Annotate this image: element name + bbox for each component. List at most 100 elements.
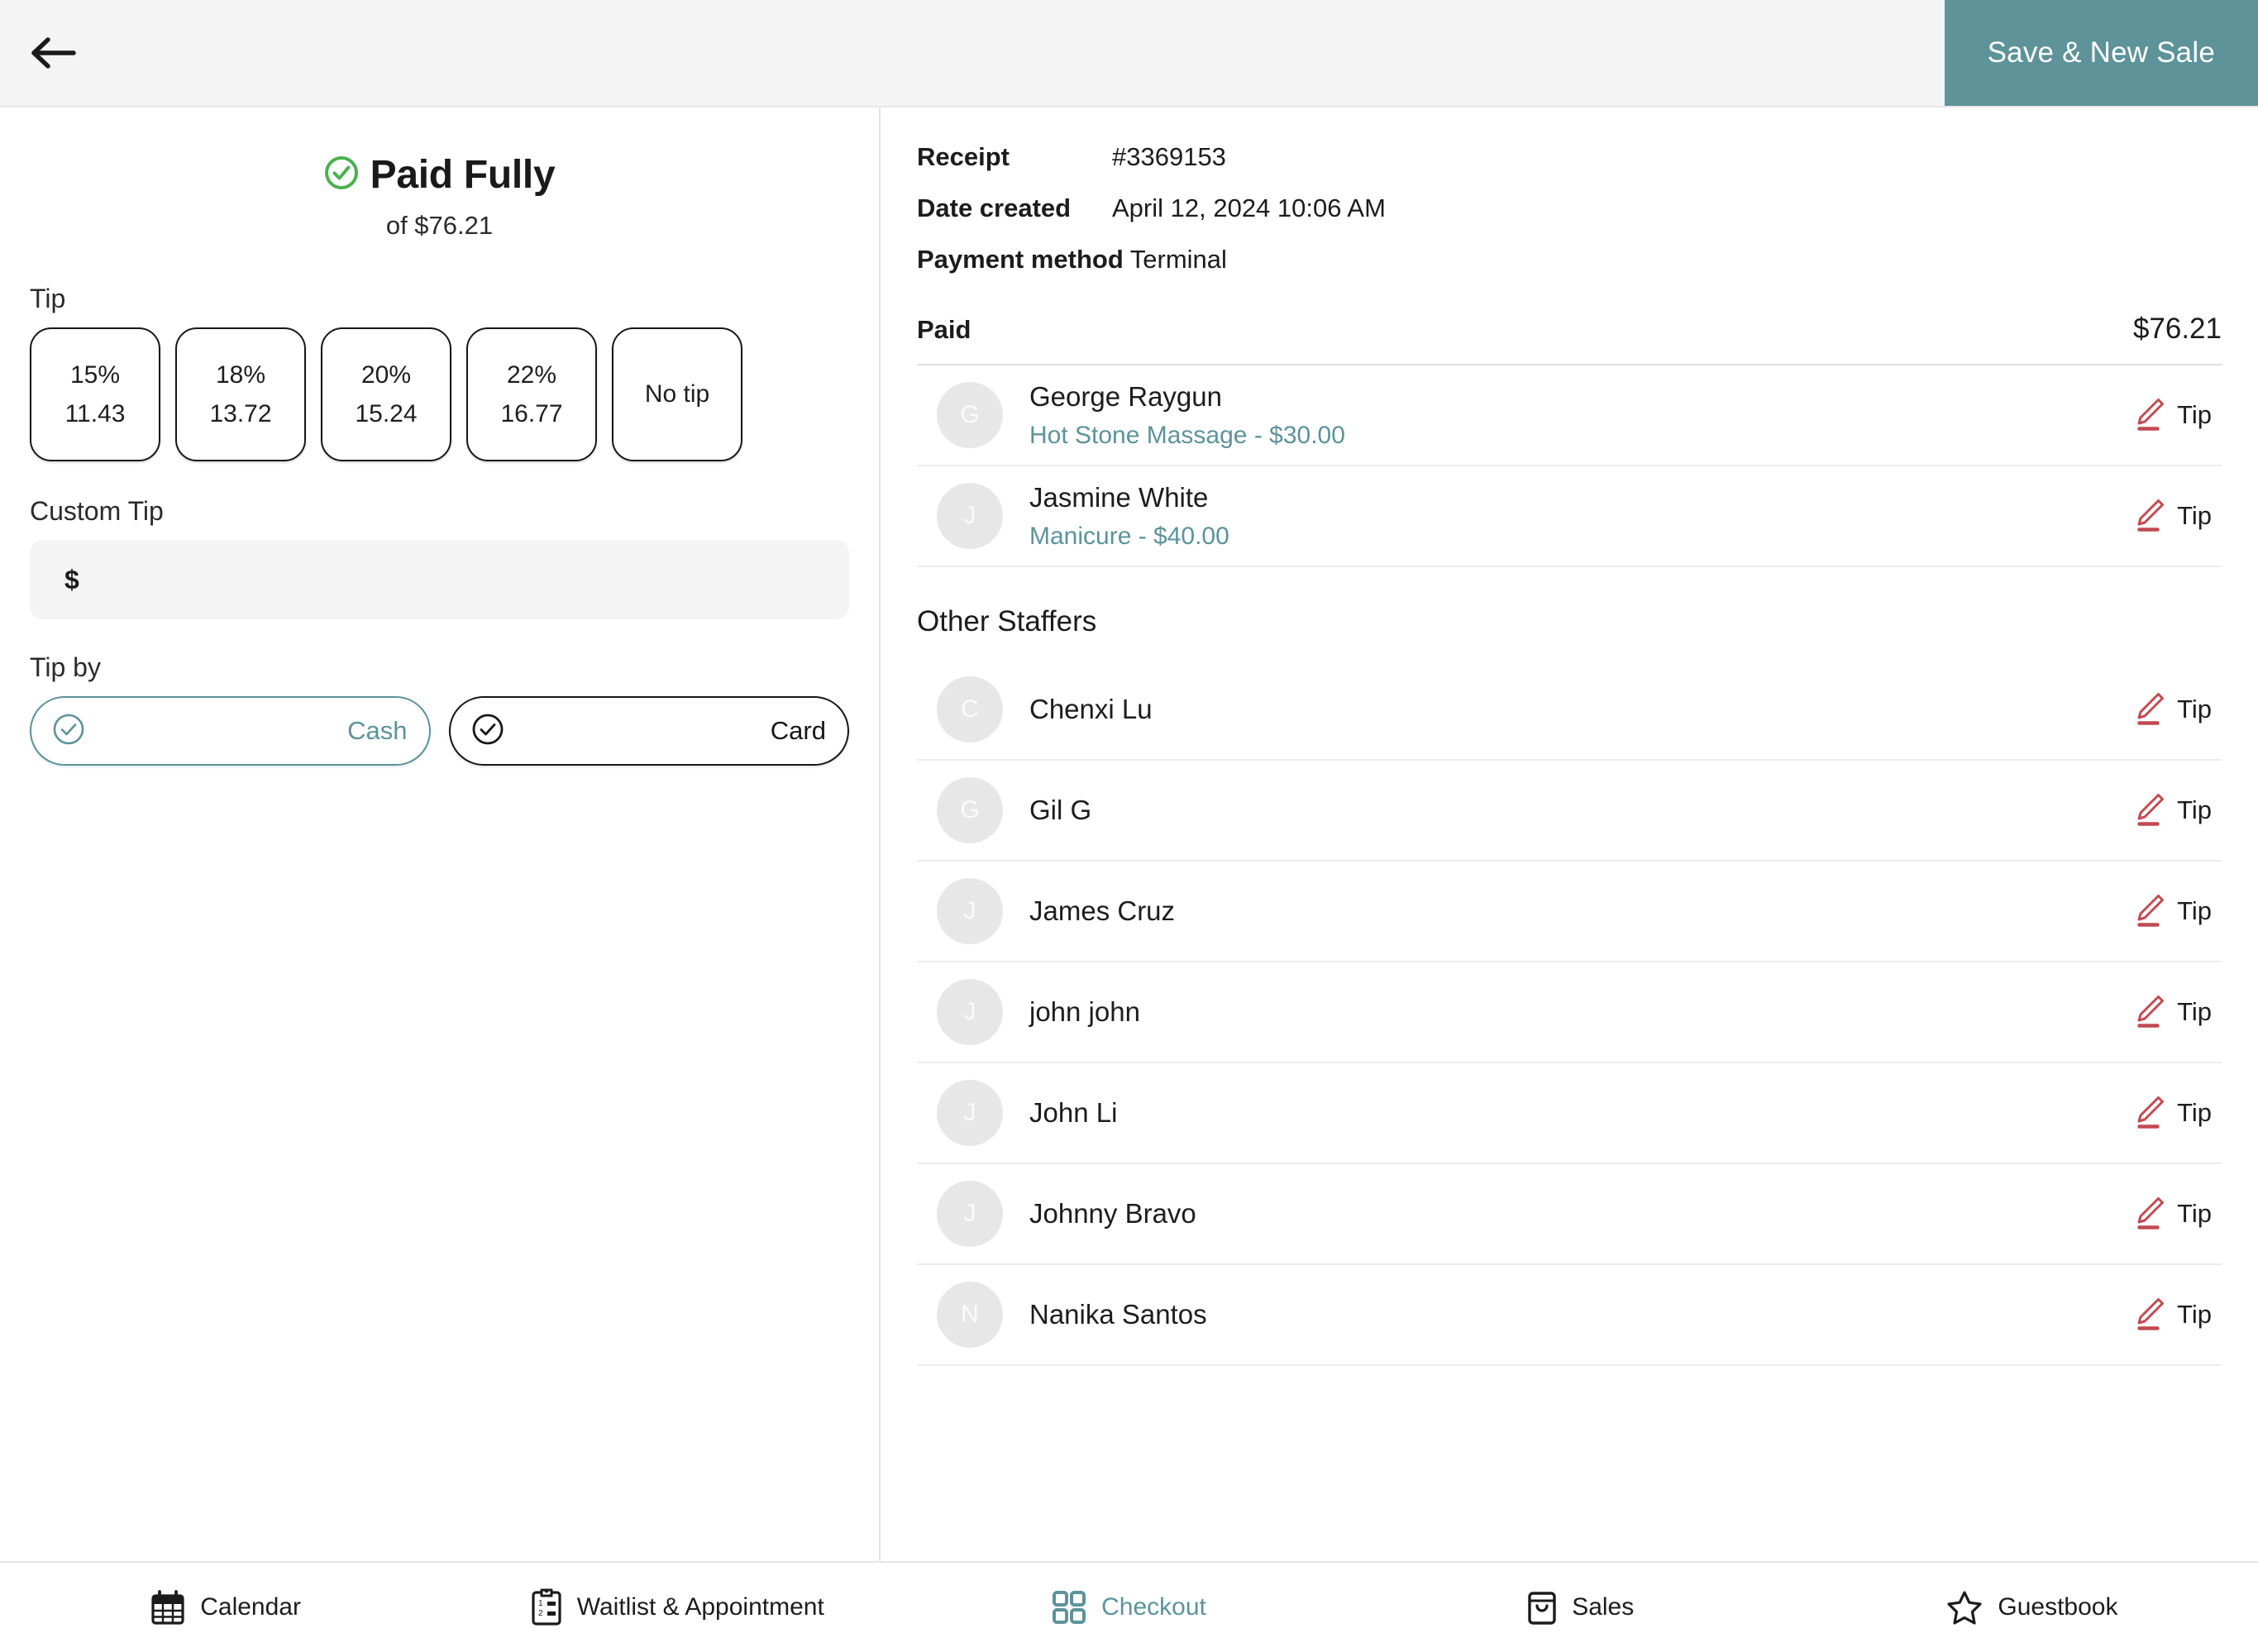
- nav-item-guestbook[interactable]: Guestbook: [1807, 1563, 2258, 1652]
- avatar: G: [937, 777, 1003, 843]
- tip-button[interactable]: Tip: [2132, 991, 2222, 1034]
- tip-by-options: Cash Card: [30, 696, 849, 766]
- table-row[interactable]: J Johnny Bravo Tip: [917, 1164, 2222, 1265]
- tip-button[interactable]: Tip: [2132, 790, 2222, 832]
- pencil-icon: [2132, 495, 2167, 537]
- avatar: J: [937, 979, 1003, 1045]
- tip-by-cash-label: Cash: [347, 716, 408, 745]
- tip-label: Tip: [2177, 400, 2212, 429]
- receipt-label: Receipt: [917, 142, 1010, 171]
- staff-info: John Li: [1029, 1096, 2132, 1129]
- avatar: J: [937, 483, 1003, 549]
- tip-label: Tip: [2177, 1300, 2212, 1329]
- staff-name: George Raygun: [1029, 380, 1222, 412]
- avatar: C: [937, 676, 1003, 742]
- table-row[interactable]: J Jasmine White Manicure - $40.00 Tip: [917, 466, 2222, 567]
- table-row[interactable]: J John Li Tip: [917, 1063, 2222, 1164]
- check-circle-outline-icon: [50, 710, 88, 752]
- tip-option-none[interactable]: No tip: [612, 327, 742, 461]
- tip-by-card-label: Card: [770, 716, 826, 745]
- page-title: Paid Fully: [370, 153, 556, 197]
- tip-button[interactable]: Tip: [2132, 1092, 2222, 1134]
- grid-squares-icon: [1052, 1590, 1086, 1625]
- tip-option-22[interactable]: 22% 16.77: [466, 327, 597, 461]
- table-row[interactable]: G George Raygun Hot Stone Massage - $30.…: [917, 365, 2222, 466]
- custom-tip-label: Custom Tip: [30, 496, 164, 526]
- check-circle-outline-icon: [469, 710, 507, 752]
- staff-name: john john: [1029, 996, 1140, 1028]
- nav-label: Calendar: [200, 1593, 301, 1621]
- pencil-icon: [2132, 1193, 2167, 1235]
- tip-percent: 18%: [215, 360, 266, 389]
- tip-button[interactable]: Tip: [2132, 394, 2222, 437]
- paid-total-row: Paid $76.21: [917, 313, 2222, 365]
- receipt-number-row: Receipt #3369153: [917, 142, 2222, 172]
- arrow-left-icon: [30, 35, 76, 71]
- table-row[interactable]: C Chenxi Lu Tip: [917, 660, 2222, 761]
- date-created-row: Date created April 12, 2024 10:06 AM: [917, 193, 2222, 223]
- pencil-icon: [2132, 394, 2167, 437]
- nav-item-sales[interactable]: Sales: [1355, 1563, 1807, 1652]
- dollar-sign-icon: $: [64, 564, 79, 594]
- payment-method-value: Terminal: [1129, 245, 1227, 274]
- table-row[interactable]: G Gil G Tip: [917, 761, 2222, 862]
- tip-button[interactable]: Tip: [2132, 689, 2222, 731]
- tip-panel: Paid Fully of $76.21 Tip 15% 11.43 18% 1…: [0, 107, 881, 1561]
- nav-label: Checkout: [1101, 1593, 1206, 1621]
- tip-button[interactable]: Tip: [2132, 495, 2222, 537]
- tip-option-20[interactable]: 20% 15.24: [321, 327, 451, 461]
- pencil-icon: [2132, 890, 2167, 933]
- tip-label: Tip: [2177, 1199, 2212, 1228]
- tip-amount: 15.24: [355, 399, 418, 427]
- receipt-panel: Receipt #3369153 Date created April 12, …: [881, 107, 2258, 1561]
- avatar: G: [937, 382, 1003, 448]
- tip-percent: 22%: [506, 360, 557, 389]
- staff-info: Nanika Santos: [1029, 1297, 2132, 1331]
- custom-tip-field[interactable]: $: [30, 540, 849, 619]
- staff-name: James Cruz: [1029, 895, 1176, 927]
- tip-button[interactable]: Tip: [2132, 1294, 2222, 1336]
- payment-method-row: Payment method Terminal: [917, 245, 2222, 275]
- pencil-icon: [2132, 1092, 2167, 1134]
- nav-item-calendar[interactable]: Calendar: [0, 1563, 451, 1652]
- checkout-tip-screen: Save & New Sale Paid Fully of $76.21 Tip…: [0, 0, 2258, 1652]
- tip-amount: 13.72: [209, 399, 272, 427]
- tip-option-18[interactable]: 18% 13.72: [175, 327, 306, 461]
- pencil-icon: [2132, 991, 2167, 1034]
- staff-service: Manicure - $40.00: [1029, 522, 1229, 550]
- staff-info: Johnny Bravo: [1029, 1196, 2132, 1230]
- avatar: J: [937, 1080, 1003, 1146]
- back-button[interactable]: [0, 0, 106, 106]
- tip-options-row: 15% 11.43 18% 13.72 20% 15.24 22% 16.77 …: [30, 327, 849, 461]
- tip-amount: 11.43: [64, 399, 126, 427]
- table-row[interactable]: J James Cruz Tip: [917, 862, 2222, 962]
- avatar: J: [937, 878, 1003, 944]
- tip-by-cash-option[interactable]: Cash: [30, 696, 431, 766]
- check-circle-icon: [324, 155, 359, 194]
- tip-label: Tip: [2177, 795, 2212, 824]
- staff-info: George Raygun Hot Stone Massage - $30.00: [1029, 380, 2132, 451]
- nav-label: Waitlist & Appointment: [576, 1593, 824, 1621]
- staff-name: Gil G: [1029, 795, 1092, 826]
- star-icon: [1946, 1589, 1983, 1626]
- staff-info: Chenxi Lu: [1029, 692, 2132, 726]
- tip-by-card-option[interactable]: Card: [448, 696, 849, 766]
- paid-amount: $76.21: [2132, 313, 2222, 345]
- tip-button[interactable]: Tip: [2132, 1193, 2222, 1235]
- date-created-label: Date created: [917, 193, 1072, 222]
- top-bar: Save & New Sale: [0, 0, 2258, 106]
- table-row[interactable]: N Nanika Santos Tip: [917, 1265, 2222, 1366]
- table-row[interactable]: J john john Tip: [917, 962, 2222, 1063]
- tip-button[interactable]: Tip: [2132, 890, 2222, 933]
- svg-text:2: 2: [538, 1609, 543, 1618]
- pencil-icon: [2132, 1294, 2167, 1336]
- payment-method-label: Payment method: [917, 245, 1124, 274]
- save-and-new-sale-button[interactable]: Save & New Sale: [1944, 0, 2258, 106]
- tip-label: Tip: [2177, 997, 2212, 1026]
- tip-option-15[interactable]: 15% 11.43: [30, 327, 160, 461]
- other-staffers-heading: Other Staffers: [917, 605, 1097, 637]
- custom-tip-input[interactable]: [90, 564, 814, 595]
- nav-item-checkout[interactable]: Checkout: [903, 1563, 1354, 1652]
- staff-name: Nanika Santos: [1029, 1299, 1207, 1330]
- nav-item-waitlist-appointment[interactable]: 1 2 Waitlist & Appointment: [451, 1563, 903, 1652]
